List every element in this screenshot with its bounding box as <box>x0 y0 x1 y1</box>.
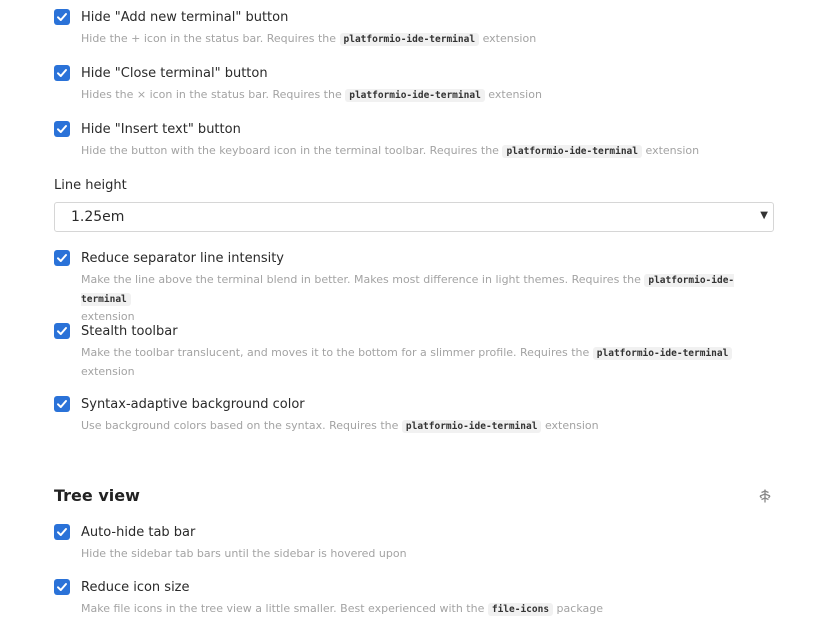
description-suffix: extension <box>81 364 135 378</box>
setting-title: Auto-hide tab bar <box>81 525 196 540</box>
description-text: Make file icons in the tree view a littl… <box>81 602 485 615</box>
line-height-label: Line height <box>54 178 127 193</box>
package-code: file-icons <box>487 603 554 616</box>
description-text: Hides the × icon in the status bar. Requ… <box>81 88 342 101</box>
dropdown-arrow-icon: ▼ <box>760 210 768 221</box>
description-text: Use background colors based on the synta… <box>81 419 399 432</box>
description-suffix: extension <box>645 144 700 157</box>
checkmark-icon <box>57 583 67 591</box>
setting-description: Make the line above the terminal blend i… <box>81 271 781 326</box>
checkbox-auto-hide-tab-bar[interactable] <box>54 524 70 540</box>
checkmark-icon <box>57 400 67 408</box>
description-suffix: extension <box>544 419 599 432</box>
checkmark-icon <box>57 125 67 133</box>
description-suffix: extension <box>81 310 135 323</box>
package-code: platformio-ide-terminal <box>339 33 480 46</box>
checkmark-icon <box>57 254 67 262</box>
description-text: Make the line above the terminal blend i… <box>81 273 641 286</box>
description-suffix: package <box>556 602 603 615</box>
setting-title: Syntax-adaptive background color <box>81 397 305 412</box>
setting-title: Stealth toolbar <box>81 324 178 339</box>
setting-description: Make the toolbar translucent, and moves … <box>81 344 781 380</box>
checkmark-icon <box>57 327 67 335</box>
checkbox-reduce-icon-size[interactable] <box>54 579 70 595</box>
section-title-tree-view: Tree view <box>54 486 140 505</box>
description-text: Hide the button with the keyboard icon i… <box>81 144 499 157</box>
setting-title: Hide "Close terminal" button <box>81 66 268 81</box>
line-height-select[interactable]: 1.25em ▼ <box>54 202 774 232</box>
setting-description: Use background colors based on the synta… <box>81 417 781 436</box>
setting-title: Hide "Add new terminal" button <box>81 10 289 25</box>
checkbox-hide-close-terminal[interactable] <box>54 65 70 81</box>
description-text: Hide the + icon in the status bar. Requi… <box>81 32 336 45</box>
package-code: platformio-ide-terminal <box>401 420 542 433</box>
package-code: platformio-ide-terminal <box>502 145 642 158</box>
checkmark-icon <box>57 528 67 536</box>
checkbox-hide-add-terminal[interactable] <box>54 9 70 25</box>
tree-icon <box>759 489 771 503</box>
setting-description: Hide the sidebar tab bars until the side… <box>81 545 781 563</box>
package-code: platformio-ide-terminal <box>592 347 733 360</box>
setting-title: Reduce separator line intensity <box>81 251 284 266</box>
description-suffix: extension <box>488 88 542 101</box>
setting-description: Make file icons in the tree view a littl… <box>81 600 781 619</box>
checkbox-reduce-separator[interactable] <box>54 250 70 266</box>
setting-description: Hide the + icon in the status bar. Requi… <box>81 30 781 49</box>
package-code: platformio-ide-terminal <box>345 89 485 102</box>
line-height-value: 1.25em <box>71 209 125 225</box>
setting-title: Reduce icon size <box>81 580 190 595</box>
setting-description: Hides the × icon in the status bar. Requ… <box>81 86 781 105</box>
checkbox-stealth-toolbar[interactable] <box>54 323 70 339</box>
description-text: Hide the sidebar tab bars until the side… <box>81 547 407 560</box>
description-text: Make the toolbar translucent, and moves … <box>81 346 590 359</box>
setting-title: Hide "Insert text" button <box>81 122 241 137</box>
checkbox-syntax-adaptive-bg[interactable] <box>54 396 70 412</box>
checkbox-hide-insert-text[interactable] <box>54 121 70 137</box>
description-suffix: extension <box>482 32 537 45</box>
checkmark-icon <box>57 13 67 21</box>
checkmark-icon <box>57 69 67 77</box>
setting-description: Hide the button with the keyboard icon i… <box>81 142 781 161</box>
